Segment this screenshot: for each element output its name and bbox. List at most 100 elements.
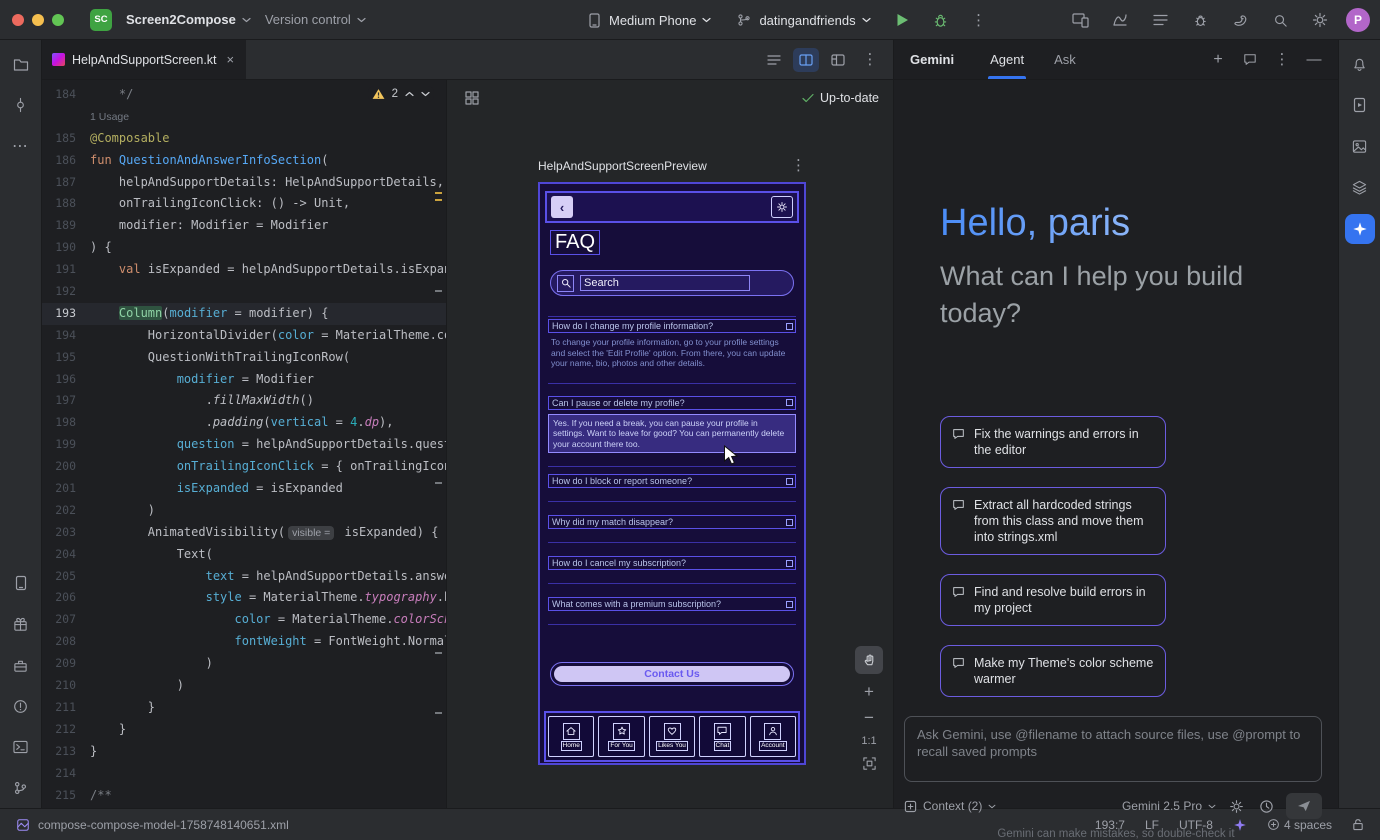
settings-icon[interactable] xyxy=(1306,6,1334,34)
inspection-widget[interactable]: 2 xyxy=(368,86,434,102)
gemini-input-box[interactable] xyxy=(904,716,1322,782)
editor-options-kebab-icon[interactable]: ⋮ xyxy=(857,48,883,72)
new-chat-icon[interactable]: + xyxy=(1204,46,1232,74)
tab-agent[interactable]: Agent xyxy=(988,40,1026,79)
zoom-window-button[interactable] xyxy=(52,14,64,26)
suggestion-card[interactable]: Fix the warnings and errors in the edito… xyxy=(940,416,1166,468)
model-selector[interactable]: Gemini 2.5 Pro xyxy=(1122,799,1216,813)
nav-item-account[interactable]: Account xyxy=(750,716,796,757)
preview-options-kebab-icon[interactable]: ⋮ xyxy=(791,158,806,173)
faq-question-row[interactable]: How do I block or report someone? xyxy=(548,474,796,488)
user-avatar[interactable]: P xyxy=(1346,8,1370,32)
faq-item[interactable]: What comes with a premium subscription? xyxy=(548,597,796,611)
code-view-icon[interactable] xyxy=(761,48,787,72)
more-tools-icon[interactable]: ⋯ xyxy=(7,132,35,160)
debug-button[interactable] xyxy=(927,6,955,34)
faq-item[interactable]: How do I change my profile information?T… xyxy=(548,319,796,370)
faq-question-row[interactable]: What comes with a premium subscription? xyxy=(548,597,796,611)
structure-icon[interactable] xyxy=(1146,6,1174,34)
code-line[interactable]: 208 fontWeight = FontWeight.Normal xyxy=(42,631,446,653)
faq-question-row[interactable]: How do I cancel my subscription? xyxy=(548,556,796,570)
code-line[interactable]: 185@Composable xyxy=(42,128,446,150)
panel-options-kebab-icon[interactable]: ⋮ xyxy=(1268,46,1296,74)
expand-toggle-icon[interactable] xyxy=(786,323,793,330)
code-line[interactable]: 202 ) xyxy=(42,500,446,522)
zoom-out-button[interactable]: − xyxy=(864,709,874,726)
version-control-menu[interactable]: Version control xyxy=(265,12,366,27)
gemini-input[interactable] xyxy=(917,726,1309,772)
suggestion-card[interactable]: Make my Theme's color scheme warmer xyxy=(940,645,1166,697)
zoom-to-fit-icon[interactable] xyxy=(862,756,877,771)
project-icon[interactable] xyxy=(7,50,35,78)
code-line[interactable]: 187 helpAndSupportDetails: HelpAndSuppor… xyxy=(42,172,446,194)
code-line[interactable]: 193 Column(modifier = modifier) { xyxy=(42,303,446,325)
previous-problem-icon[interactable] xyxy=(405,91,414,97)
minimize-window-button[interactable] xyxy=(32,14,44,26)
code-line[interactable]: 200 onTrailingIconClick = { onTrailingIc… xyxy=(42,456,446,478)
code-line[interactable]: 205 text = helpAndSupportDetails.answer, xyxy=(42,566,446,588)
close-tab-icon[interactable]: × xyxy=(227,52,235,67)
editor-scroll-stripe[interactable] xyxy=(434,80,442,808)
next-problem-icon[interactable] xyxy=(421,91,430,97)
close-window-button[interactable] xyxy=(12,14,24,26)
lock-icon[interactable] xyxy=(1352,818,1364,831)
faq-item[interactable]: How do I block or report someone? xyxy=(548,474,796,488)
app-insights-icon[interactable] xyxy=(1346,173,1374,201)
faq-item[interactable]: How do I cancel my subscription? xyxy=(548,556,796,570)
run-configuration-selector[interactable]: datingandfriends xyxy=(735,11,870,29)
code-line[interactable]: 198 .padding(vertical = 4.dp), xyxy=(42,412,446,434)
code-inlay-hint[interactable]: 1 Usage xyxy=(42,106,446,128)
build-icon[interactable] xyxy=(7,651,35,679)
zoom-actual-size-button[interactable]: 1:1 xyxy=(861,735,876,747)
suggestion-card[interactable]: Extract all hardcoded strings from this … xyxy=(940,487,1166,555)
tab-ask[interactable]: Ask xyxy=(1052,40,1078,79)
code-line[interactable]: 206 style = MaterialTheme.typography.bod… xyxy=(42,587,446,609)
notifications-icon[interactable] xyxy=(1346,50,1374,78)
code-line[interactable]: 192 xyxy=(42,281,446,303)
gemini-icon[interactable] xyxy=(1345,214,1375,244)
commit-icon[interactable] xyxy=(7,91,35,119)
context-chip[interactable]: Context (2) xyxy=(904,799,996,813)
send-button[interactable] xyxy=(1286,793,1322,819)
chat-history-icon[interactable] xyxy=(1236,46,1264,74)
code-line[interactable]: 215/** xyxy=(42,785,446,807)
expand-toggle-icon[interactable] xyxy=(786,601,793,608)
design-view-icon[interactable] xyxy=(825,48,851,72)
nav-item-for-you[interactable]: For You xyxy=(598,716,644,757)
code-line[interactable]: 203 AnimatedVisibility(visible = isExpan… xyxy=(42,522,446,544)
code-line[interactable]: 212 } xyxy=(42,719,446,741)
nav-item-home[interactable]: Home xyxy=(548,716,594,757)
prompt-history-icon[interactable] xyxy=(1256,796,1276,816)
device-selector[interactable]: Medium Phone xyxy=(585,11,711,29)
code-line[interactable]: 204 Text( xyxy=(42,544,446,566)
pan-hand-icon[interactable] xyxy=(855,646,883,674)
code-line[interactable]: 191 val isExpanded = helpAndSupportDetai… xyxy=(42,259,446,281)
code-line[interactable]: 209 ) xyxy=(42,653,446,675)
layout-inspector-icon[interactable] xyxy=(1346,132,1374,160)
expand-toggle-icon[interactable] xyxy=(786,519,793,526)
expand-toggle-icon[interactable] xyxy=(786,399,793,406)
code-line[interactable]: 210 ) xyxy=(42,675,446,697)
version-control-icon[interactable] xyxy=(7,774,35,802)
faq-item[interactable]: Can I pause or delete my profile?Yes. If… xyxy=(548,396,796,454)
code-editor[interactable]: 184 */1 Usage185@Composable186fun Questi… xyxy=(42,80,446,808)
code-line[interactable]: 214 xyxy=(42,763,446,785)
faq-question-row[interactable]: How do I change my profile information? xyxy=(548,319,796,333)
code-line[interactable]: 195 QuestionWithTrailingIconRow( xyxy=(42,347,446,369)
terminal-icon[interactable] xyxy=(7,733,35,761)
code-line[interactable]: 199 question = helpAndSupportDetails.que… xyxy=(42,434,446,456)
device-explorer-icon[interactable] xyxy=(7,569,35,597)
gemini-settings-icon[interactable] xyxy=(1226,796,1246,816)
run-options-kebab-icon[interactable]: ⋮ xyxy=(965,6,993,34)
faq-question-row[interactable]: Why did my match disappear? xyxy=(548,515,796,529)
code-line[interactable]: 188 onTrailingIconClick: () -> Unit, xyxy=(42,193,446,215)
suggestion-card[interactable]: Find and resolve build errors in my proj… xyxy=(940,574,1166,626)
problems-icon[interactable] xyxy=(7,692,35,720)
code-line[interactable]: 194 HorizontalDivider(color = MaterialTh… xyxy=(42,325,446,347)
gradle-icon[interactable] xyxy=(1226,6,1254,34)
expand-toggle-icon[interactable] xyxy=(786,560,793,567)
code-line[interactable]: 196 modifier = Modifier xyxy=(42,369,446,391)
code-line[interactable]: 189 modifier: Modifier = Modifier xyxy=(42,215,446,237)
project-menu[interactable]: Screen2Compose xyxy=(126,12,251,27)
faq-question-row[interactable]: Can I pause or delete my profile? xyxy=(548,396,796,410)
